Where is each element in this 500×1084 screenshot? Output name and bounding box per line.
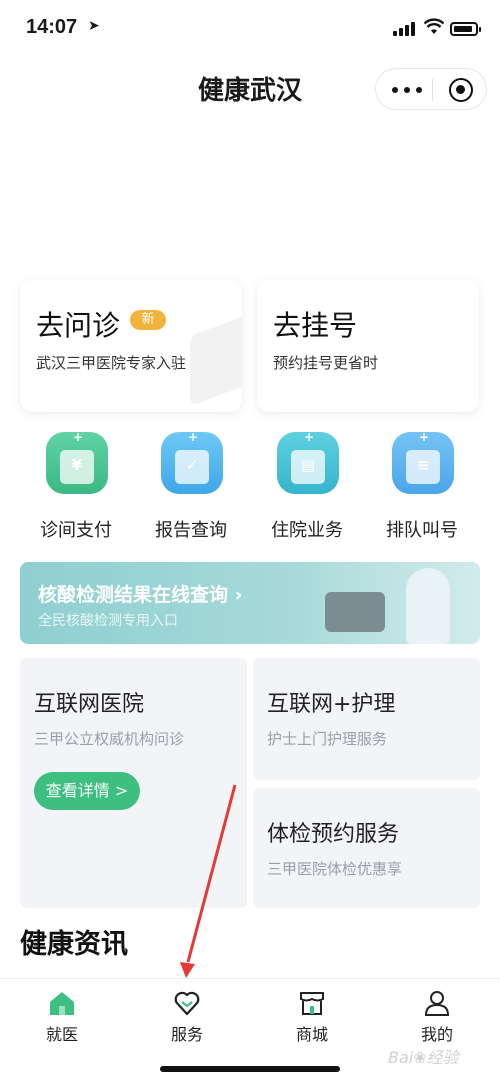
status-bar: 14:07 ➤ xyxy=(0,0,500,60)
registration-subtitle: 预约挂号更省时 xyxy=(273,354,379,372)
service-label: 报告查询 xyxy=(155,520,227,541)
baidu-watermark: Bai❀经验 xyxy=(388,1048,459,1067)
report-icon: + ✓ xyxy=(161,430,223,494)
registration-card[interactable]: 去挂号 预约挂号更省时 xyxy=(257,280,479,412)
tab-services[interactable]: 服务 xyxy=(137,983,237,1053)
checkup-panel[interactable]: 体检预约服务 三甲医院体检优惠享 xyxy=(253,788,480,908)
service-label: 排队叫号 xyxy=(386,520,458,541)
internet-nursing-panel[interactable]: 互联网+护理 护士上门护理服务 xyxy=(253,658,480,780)
banner-title: 核酸检测结果在线查询 › xyxy=(38,584,243,606)
card-watermark-shape xyxy=(190,314,242,406)
home-indicator[interactable] xyxy=(160,1066,340,1072)
miniprogram-capsule xyxy=(375,68,487,110)
home-icon xyxy=(50,992,74,1015)
internet-nursing-title: 互联网+护理 xyxy=(267,692,396,717)
tab-label: 就医 xyxy=(45,1025,78,1044)
tab-label: 商城 xyxy=(295,1025,328,1044)
lab-illustration xyxy=(290,562,480,644)
battery-icon xyxy=(450,22,481,36)
service-payment[interactable]: + ¥ 诊间支付 xyxy=(26,430,126,542)
location-arrow-icon: ➤ xyxy=(88,18,100,34)
service-label: 住院业务 xyxy=(271,520,343,541)
heart-service-icon xyxy=(174,991,200,1016)
capsule-divider xyxy=(432,79,433,101)
service-report[interactable]: + ✓ 报告查询 xyxy=(141,430,241,542)
microscope-icon xyxy=(325,592,385,632)
service-label: 诊间支付 xyxy=(40,520,112,541)
payment-icon: + ¥ xyxy=(46,430,108,494)
internet-hospital-subtitle: 三甲公立权威机构问诊 xyxy=(34,730,185,748)
store-icon xyxy=(300,992,324,1015)
tab-label: 服务 xyxy=(170,1025,203,1044)
profile-icon xyxy=(424,991,450,1016)
tab-store[interactable]: 商城 xyxy=(262,983,362,1053)
consultation-subtitle: 武汉三甲医院专家入驻 xyxy=(36,354,187,372)
wifi-icon xyxy=(424,18,444,34)
view-details-button[interactable]: 查看详情 > xyxy=(34,772,140,810)
checkup-subtitle: 三甲医院体检优惠享 xyxy=(267,860,403,878)
news-section-title: 健康资讯 xyxy=(20,929,128,960)
more-icon[interactable] xyxy=(390,80,426,98)
tab-profile[interactable]: 我的 xyxy=(387,983,487,1053)
checkup-title: 体检预约服务 xyxy=(267,822,400,847)
queue-ticket-icon: + ≡ xyxy=(392,430,454,494)
registration-title: 去挂号 xyxy=(273,309,358,342)
tab-medical[interactable]: 就医 xyxy=(12,983,112,1053)
lab-worker-icon xyxy=(406,568,450,644)
service-queue[interactable]: + ≡ 排队叫号 xyxy=(372,430,472,542)
hospital-building-icon: + ▤ xyxy=(277,430,339,494)
consultation-card[interactable]: 去问诊 新 武汉三甲医院专家入驻 xyxy=(20,280,242,412)
internet-hospital-title: 互联网医院 xyxy=(34,692,145,717)
new-badge: 新 xyxy=(130,310,166,330)
tab-label: 我的 xyxy=(420,1025,453,1044)
internet-nursing-subtitle: 护士上门护理服务 xyxy=(267,730,388,748)
close-miniprogram-icon[interactable] xyxy=(449,78,473,102)
status-time: 14:07 xyxy=(26,16,78,38)
service-inpatient[interactable]: + ▤ 住院业务 xyxy=(257,430,357,542)
consultation-title: 去问诊 xyxy=(36,309,121,342)
nucleic-test-banner[interactable]: 核酸检测结果在线查询 › 全民核酸检测专用入口 xyxy=(20,562,480,644)
internet-hospital-panel[interactable]: 互联网医院 三甲公立权威机构问诊 查看详情 > xyxy=(20,658,247,908)
cellular-signal-icon xyxy=(393,22,415,36)
banner-subtitle: 全民核酸检测专用入口 xyxy=(38,613,178,629)
